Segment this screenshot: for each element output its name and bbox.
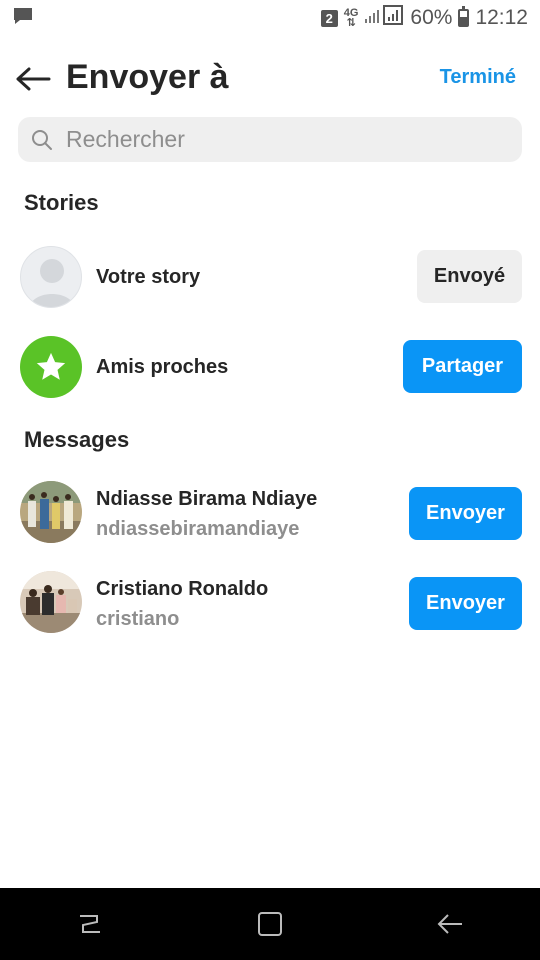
message-row[interactable]: Cristiano Ronaldo cristiano Envoyer	[0, 566, 540, 638]
search-icon	[30, 128, 54, 152]
contact-avatar	[20, 481, 82, 543]
battery-percent: 60%	[410, 6, 453, 29]
stories-section-title: Stories	[24, 190, 99, 215]
page-title: Envoyer à	[66, 58, 229, 96]
system-back-button[interactable]	[430, 904, 470, 944]
story-name: Votre story	[96, 266, 201, 288]
sim-icon: 2	[320, 9, 338, 27]
default-avatar-icon	[20, 246, 82, 308]
contact-avatar	[20, 571, 82, 633]
close-friends-star-icon	[20, 336, 82, 398]
back-arrow-icon	[16, 67, 51, 91]
sent-button[interactable]: Envoyé	[417, 250, 522, 303]
header: Envoyer à Terminé	[0, 50, 540, 108]
back-button[interactable]	[14, 60, 52, 98]
battery-icon	[458, 6, 470, 27]
signal-icon	[364, 5, 404, 31]
contact-username: cristiano	[96, 608, 180, 630]
contact-name: Ndiasse Birama Ndiaye	[96, 488, 318, 510]
system-nav-bar	[0, 888, 540, 960]
search-bar[interactable]	[18, 117, 522, 162]
send-button[interactable]: Envoyer	[409, 487, 522, 540]
clock: 12:12	[475, 6, 528, 29]
story-row-your-story[interactable]: Votre story Envoyé	[0, 241, 540, 313]
network-type: 4G ⇅	[343, 7, 359, 29]
send-button[interactable]: Envoyer	[409, 577, 522, 630]
search-input[interactable]	[64, 125, 508, 154]
story-row-close-friends[interactable]: Amis proches Partager	[0, 331, 540, 403]
back-icon	[437, 914, 462, 934]
share-button[interactable]: Partager	[403, 340, 522, 393]
status-bar: 2 4G ⇅ 60% 12:12	[0, 0, 540, 36]
recents-button[interactable]	[70, 904, 110, 944]
home-button[interactable]	[250, 904, 290, 944]
contact-username: ndiassebiramandiaye	[96, 518, 300, 540]
recents-icon	[80, 915, 100, 933]
story-name: Amis proches	[96, 356, 229, 378]
message-row[interactable]: Ndiasse Birama Ndiaye ndiassebiramandiay…	[0, 476, 540, 548]
messages-section-title: Messages	[24, 427, 130, 452]
home-icon	[258, 912, 282, 936]
done-button[interactable]: Terminé	[440, 66, 516, 89]
message-icon	[12, 6, 34, 31]
contact-name: Cristiano Ronaldo	[96, 578, 269, 600]
